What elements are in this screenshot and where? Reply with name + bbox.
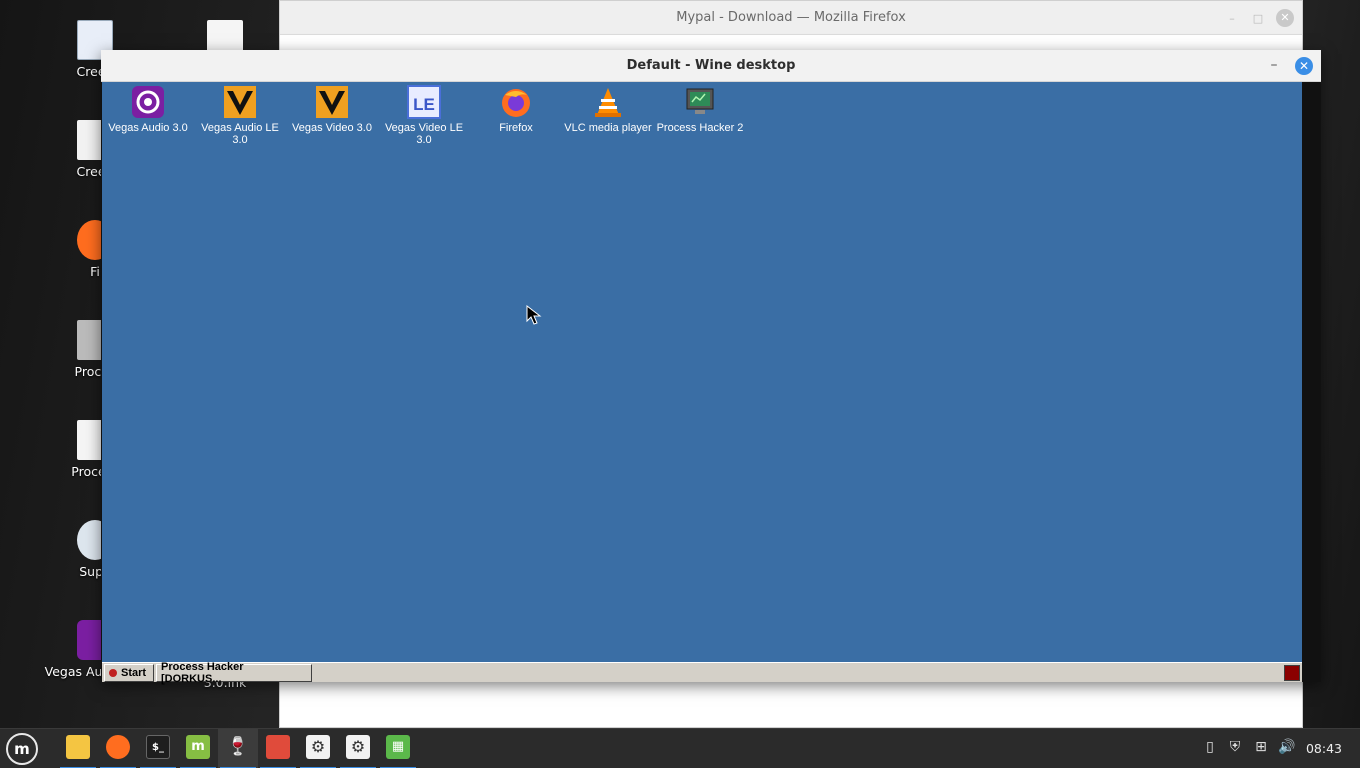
host-taskbar: m $_ m 🍷 ⚙ ⚙ ▦ ▯ ⛨ ⊞ 🔊 08:43 — [0, 728, 1360, 768]
wine-desktop-icon[interactable]: VLC media player — [562, 85, 654, 134]
wine-titlebar[interactable]: Default - Wine desktop – ✕ — [101, 50, 1321, 82]
taskbar-firefox[interactable] — [98, 729, 138, 768]
wine-window-title: Default - Wine desktop — [626, 58, 796, 73]
taskbar-wine[interactable]: 🍷 — [218, 729, 258, 768]
firefox-minimize-button[interactable]: – — [1224, 12, 1240, 25]
wine-desktop-icon[interactable]: Process Hacker 2 — [654, 85, 746, 134]
wine-desktop-icon[interactable]: Vegas Audio LE 3.0 — [194, 85, 286, 146]
wine-desktop-icon[interactable]: Firefox — [470, 85, 562, 134]
firefox-icon — [106, 735, 130, 759]
wine-task-process-hacker[interactable]: Process Hacker [DORKUS... — [156, 661, 312, 685]
terminal-icon: $_ — [146, 735, 170, 759]
taskbar-files[interactable] — [58, 729, 98, 768]
mint-menu-icon[interactable]: m — [6, 733, 38, 765]
wine-tray-icon[interactable] — [1284, 665, 1300, 681]
wine-desktop-window[interactable]: Default - Wine desktop – ✕ Vegas Audio 3… — [101, 50, 1321, 685]
firefox-titlebar[interactable]: Mypal - Download — Mozilla Firefox – □ ✕ — [280, 1, 1302, 35]
gear-icon: ⚙ — [306, 735, 330, 759]
wine-start-icon — [109, 668, 117, 677]
taskbar-settings-2[interactable]: ⚙ — [338, 729, 378, 768]
wine-desktop-icon[interactable]: Vegas Audio 3.0 — [102, 85, 194, 134]
wine-desktop-icon[interactable]: Vegas Video 3.0 — [286, 85, 378, 134]
wine-glass-icon: 🍷 — [226, 736, 250, 757]
firefox-close-button[interactable]: ✕ — [1276, 9, 1294, 27]
vegas-audio-icon — [131, 85, 165, 119]
firefox-maximize-button[interactable]: □ — [1250, 12, 1266, 25]
taskbar-settings[interactable]: ⚙ — [298, 729, 338, 768]
vlc-icon — [591, 85, 625, 119]
taskbar-gimp[interactable] — [258, 729, 298, 768]
wine-desktop-area[interactable]: Vegas Audio 3.0 Vegas Audio LE 3.0 Vegas… — [102, 82, 1302, 662]
wine-minimize-button[interactable]: – — [1265, 56, 1283, 74]
vegas-video-icon — [315, 85, 349, 119]
firefox-icon — [499, 85, 533, 119]
mint-icon: m — [186, 735, 210, 759]
network-icon[interactable]: ⊞ — [1251, 739, 1271, 755]
grid-icon: ▦ — [386, 735, 410, 759]
gear-icon: ⚙ — [346, 735, 370, 759]
volume-icon[interactable]: 🔊 — [1277, 739, 1297, 755]
wine-close-button[interactable]: ✕ — [1295, 57, 1313, 75]
svg-text:LE: LE — [413, 95, 435, 114]
taskbar-spreadsheet[interactable]: ▦ — [378, 729, 418, 768]
firefox-window-title: Mypal - Download — Mozilla Firefox — [676, 10, 906, 25]
mouse-cursor-icon — [526, 305, 542, 325]
taskbar-mint[interactable]: m — [178, 729, 218, 768]
process-hacker-icon — [683, 85, 717, 119]
vegas-video-le-icon: LE — [407, 85, 441, 119]
wine-start-button[interactable]: Start — [104, 663, 154, 682]
shield-icon[interactable]: ⛨ — [1225, 739, 1245, 755]
taskbar-terminal[interactable]: $_ — [138, 729, 178, 768]
wine-desktop-icon[interactable]: LE Vegas Video LE 3.0 — [378, 85, 470, 146]
clock[interactable]: 08:43 — [1306, 741, 1342, 756]
folder-icon — [66, 735, 90, 759]
gimp-icon — [266, 735, 290, 759]
clipboard-icon[interactable]: ▯ — [1200, 739, 1220, 755]
wine-taskbar: Start Process Hacker [DORKUS... — [102, 661, 1302, 685]
vegas-audio-le-icon — [223, 85, 257, 119]
